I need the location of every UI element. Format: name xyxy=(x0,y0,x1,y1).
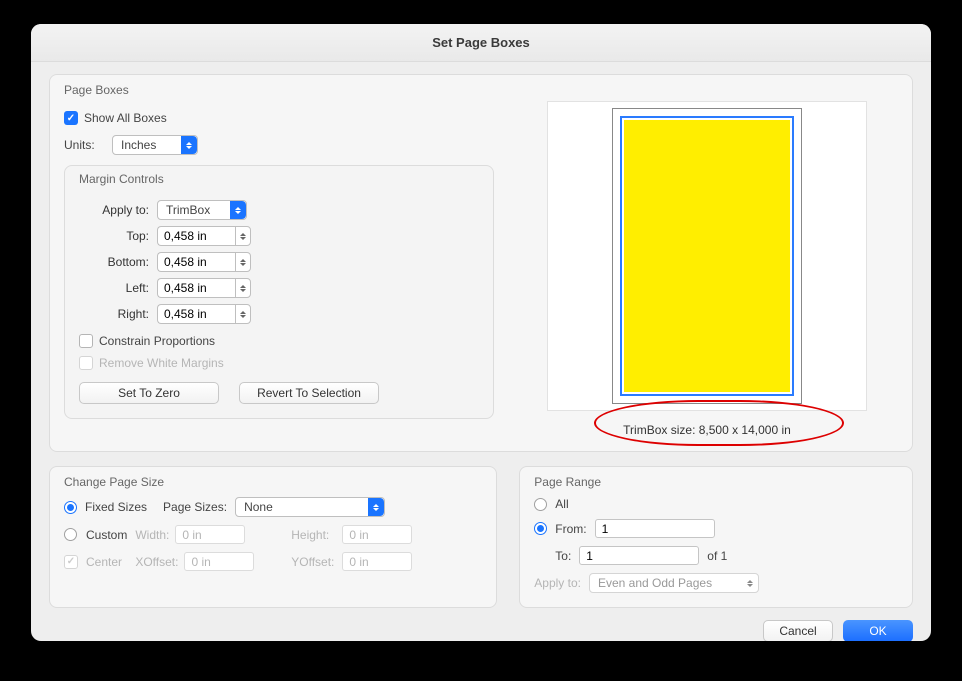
show-all-boxes-label: Show All Boxes xyxy=(84,111,167,125)
height-input xyxy=(342,525,412,544)
page-range-all-label: All xyxy=(555,497,568,511)
chevron-updown-icon xyxy=(233,203,243,217)
stepper-buttons-icon[interactable] xyxy=(235,278,251,298)
margin-left-label: Left: xyxy=(79,281,149,295)
center-checkbox: ✓ xyxy=(64,555,78,569)
ok-button[interactable]: OK xyxy=(843,620,913,641)
yoffset-label: YOffset: xyxy=(291,555,334,569)
chevron-updown-icon xyxy=(371,500,381,514)
page-range-apply-to-value: Even and Odd Pages xyxy=(598,576,712,590)
height-label: Height: xyxy=(291,528,334,542)
chevron-updown-icon xyxy=(184,138,194,152)
units-label: Units: xyxy=(64,138,104,152)
margin-controls-label: Margin Controls xyxy=(79,172,164,186)
show-all-boxes-checkbox[interactable]: ✓ xyxy=(64,111,78,125)
units-select-value: Inches xyxy=(121,138,156,152)
margin-bottom-input[interactable] xyxy=(157,252,235,272)
preview-trimbox xyxy=(620,116,794,396)
margin-left-stepper[interactable] xyxy=(157,278,251,298)
revert-to-selection-button[interactable]: Revert To Selection xyxy=(239,382,379,404)
width-label: Width: xyxy=(135,528,169,542)
page-sizes-select[interactable]: None xyxy=(235,497,385,517)
stepper-buttons-icon[interactable] xyxy=(235,226,251,246)
margin-left-input[interactable] xyxy=(157,278,235,298)
apply-to-value: TrimBox xyxy=(166,203,210,217)
margin-right-label: Right: xyxy=(79,307,149,321)
custom-radio[interactable] xyxy=(64,528,77,541)
width-input xyxy=(175,525,245,544)
dialog-footer: Cancel OK xyxy=(49,608,913,641)
page-boxes-section: Page Boxes ✓ Show All Boxes Units: Inche… xyxy=(49,74,913,452)
page-range-all-radio[interactable] xyxy=(534,498,547,511)
margin-bottom-stepper[interactable] xyxy=(157,252,251,272)
page-range-to-label: To: xyxy=(555,549,571,563)
constrain-proportions-label: Constrain Proportions xyxy=(99,334,215,348)
dialog-content: Page Boxes ✓ Show All Boxes Units: Inche… xyxy=(31,62,931,641)
trimbox-size-text: TrimBox size: 8,500 x 14,000 in xyxy=(516,423,898,437)
cancel-button[interactable]: Cancel xyxy=(763,620,833,641)
page-range-apply-to-label: Apply to: xyxy=(534,576,581,590)
stepper-buttons-icon[interactable] xyxy=(235,252,251,272)
margin-bottom-label: Bottom: xyxy=(79,255,149,269)
dialog-window: Set Page Boxes Page Boxes ✓ Show All Box… xyxy=(31,24,931,641)
page-boxes-label: Page Boxes xyxy=(64,83,129,97)
margin-right-stepper[interactable] xyxy=(157,304,251,324)
yoffset-input xyxy=(342,552,412,571)
remove-white-margins-checkbox xyxy=(79,356,93,370)
units-select[interactable]: Inches xyxy=(112,135,198,155)
show-all-boxes-row: ✓ Show All Boxes xyxy=(64,111,494,125)
chevron-updown-icon xyxy=(745,576,755,590)
page-range-from-radio[interactable] xyxy=(534,522,547,535)
change-page-size-label: Change Page Size xyxy=(64,475,164,489)
stepper-buttons-icon[interactable] xyxy=(235,304,251,324)
page-range-to-input[interactable] xyxy=(579,546,699,565)
apply-to-label: Apply to: xyxy=(79,203,149,217)
page-range-of-text: of 1 xyxy=(707,549,727,563)
page-range-from-input[interactable] xyxy=(595,519,715,538)
apply-to-select[interactable]: TrimBox xyxy=(157,200,247,220)
page-range-apply-to-select: Even and Odd Pages xyxy=(589,573,759,593)
margin-top-stepper[interactable] xyxy=(157,226,251,246)
margin-right-input[interactable] xyxy=(157,304,235,324)
margin-top-label: Top: xyxy=(79,229,149,243)
margin-controls-group: Margin Controls Apply to: TrimBox Top: xyxy=(64,165,494,419)
custom-label: Custom xyxy=(86,528,127,542)
margin-top-input[interactable] xyxy=(157,226,235,246)
xoffset-input xyxy=(184,552,254,571)
change-page-size-section: Change Page Size Fixed Sizes Page Sizes:… xyxy=(49,466,497,608)
center-label: Center xyxy=(86,555,127,569)
page-sizes-label: Page Sizes: xyxy=(163,500,227,514)
preview-page-outline xyxy=(612,108,802,404)
preview-canvas xyxy=(547,101,867,411)
constrain-proportions-checkbox[interactable] xyxy=(79,334,93,348)
fixed-sizes-label: Fixed Sizes xyxy=(85,500,147,514)
set-to-zero-button[interactable]: Set To Zero xyxy=(79,382,219,404)
dialog-title: Set Page Boxes xyxy=(31,24,931,62)
remove-white-margins-label: Remove White Margins xyxy=(99,356,224,370)
page-sizes-value: None xyxy=(244,500,273,514)
page-range-label: Page Range xyxy=(534,475,601,489)
page-range-from-label: From: xyxy=(555,522,586,536)
xoffset-label: XOffset: xyxy=(135,555,178,569)
page-boxes-preview: TrimBox size: 8,500 x 14,000 in xyxy=(516,87,898,437)
page-range-section: Page Range All From: To: of 1 xyxy=(519,466,913,608)
page-boxes-left: ✓ Show All Boxes Units: Inches Margin Co… xyxy=(64,87,494,437)
fixed-sizes-radio[interactable] xyxy=(64,501,77,514)
